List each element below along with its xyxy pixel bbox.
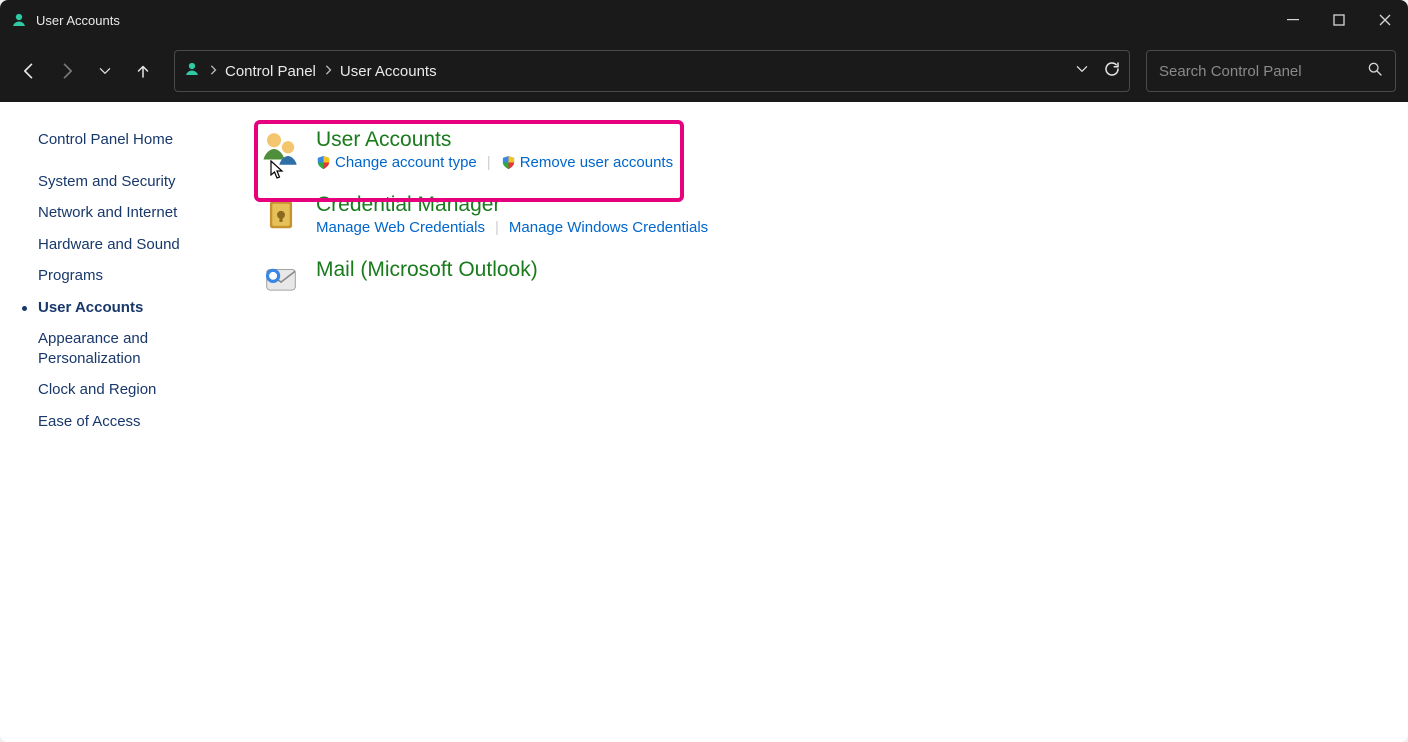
close-button[interactable] xyxy=(1362,0,1408,40)
chevron-right-icon xyxy=(324,65,332,78)
back-button[interactable] xyxy=(12,54,46,88)
address-bar[interactable]: Control Panel User Accounts xyxy=(174,50,1130,92)
search-icon[interactable] xyxy=(1367,61,1383,82)
control-panel-window: User Accounts xyxy=(0,0,1408,742)
separator: | xyxy=(487,154,491,171)
title-bar: User Accounts xyxy=(0,0,1408,40)
change-account-type-link[interactable]: Change account type xyxy=(316,154,477,171)
sidebar-item-network-and-internet[interactable]: Network and Internet xyxy=(24,197,228,229)
remove-user-accounts-link[interactable]: Remove user accounts xyxy=(501,154,673,171)
shield-icon xyxy=(501,155,516,170)
minimize-button[interactable] xyxy=(1270,0,1316,40)
link-label: Manage Windows Credentials xyxy=(509,219,708,236)
manage-windows-credentials-link[interactable]: Manage Windows Credentials xyxy=(509,219,708,236)
section-mail: Mail (Microsoft Outlook) xyxy=(254,250,1384,314)
link-label: Change account type xyxy=(335,154,477,171)
up-button[interactable] xyxy=(126,54,160,88)
sidebar-item-hardware-and-sound[interactable]: Hardware and Sound xyxy=(24,229,228,261)
sidebar-item-appearance-and-personalization[interactable]: Appearance and Personalization xyxy=(24,323,228,374)
separator: | xyxy=(495,219,499,236)
search-input[interactable] xyxy=(1159,63,1359,80)
chevron-right-icon xyxy=(209,65,217,78)
sidebar-item-clock-and-region[interactable]: Clock and Region xyxy=(24,374,228,406)
window-title: User Accounts xyxy=(36,13,120,28)
credential-manager-icon xyxy=(260,193,302,235)
link-label: Remove user accounts xyxy=(520,154,673,171)
search-bar[interactable] xyxy=(1146,50,1396,92)
refresh-button[interactable] xyxy=(1103,60,1121,83)
manage-web-credentials-link[interactable]: Manage Web Credentials xyxy=(316,219,485,236)
user-accounts-heading[interactable]: User Accounts xyxy=(316,128,673,152)
sidebar: Control Panel Home System and Security N… xyxy=(0,102,240,742)
user-accounts-icon xyxy=(10,11,28,29)
user-accounts-section-icon xyxy=(260,128,302,170)
section-credential-manager: Credential Manager Manage Web Credential… xyxy=(254,185,1384,250)
sidebar-item-programs[interactable]: Programs xyxy=(24,260,228,292)
breadcrumb-control-panel[interactable]: Control Panel xyxy=(225,63,316,80)
maximize-button[interactable] xyxy=(1316,0,1362,40)
sidebar-item-ease-of-access[interactable]: Ease of Access xyxy=(24,406,228,438)
content-area: Control Panel Home System and Security N… xyxy=(0,102,1408,742)
sidebar-item-control-panel-home[interactable]: Control Panel Home xyxy=(24,124,228,156)
recent-locations-dropdown[interactable] xyxy=(88,54,122,88)
forward-button[interactable] xyxy=(50,54,84,88)
section-user-accounts: User Accounts Change account type | xyxy=(254,120,1384,185)
user-icon xyxy=(183,60,201,83)
mail-heading[interactable]: Mail (Microsoft Outlook) xyxy=(316,258,538,282)
address-dropdown[interactable] xyxy=(1075,62,1089,81)
breadcrumb-user-accounts[interactable]: User Accounts xyxy=(340,63,437,80)
main-panel: User Accounts Change account type | xyxy=(240,102,1408,742)
sidebar-item-system-and-security[interactable]: System and Security xyxy=(24,166,228,198)
mail-icon xyxy=(260,258,302,300)
navigation-bar: Control Panel User Accounts xyxy=(0,40,1408,102)
sidebar-item-user-accounts[interactable]: User Accounts xyxy=(24,292,228,324)
link-label: Manage Web Credentials xyxy=(316,219,485,236)
credential-manager-heading[interactable]: Credential Manager xyxy=(316,193,708,217)
shield-icon xyxy=(316,155,331,170)
